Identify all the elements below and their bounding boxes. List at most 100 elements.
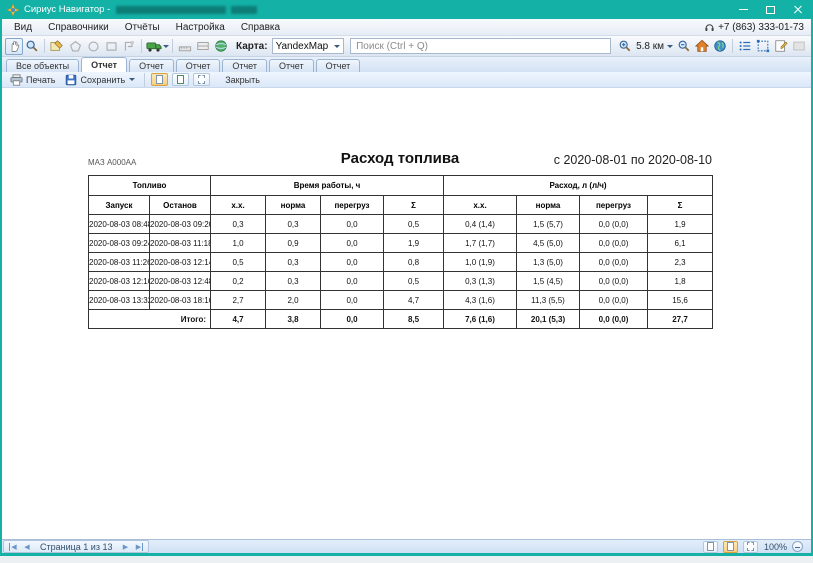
menu-item-5[interactable]: Справка — [233, 22, 288, 33]
close-report-button[interactable]: Закрыть — [221, 75, 264, 85]
tab-2[interactable]: Отчет — [81, 57, 127, 72]
tab-3[interactable]: Отчет — [129, 59, 174, 72]
vehicle-name: МАЗ А000АА — [88, 158, 136, 167]
map-scale-select[interactable]: 5.8 км — [634, 41, 675, 52]
table-cell: 1,0 — [211, 234, 266, 253]
menu-item-4[interactable]: Настройка — [168, 22, 233, 33]
menu-item-1[interactable]: Вид — [6, 22, 40, 33]
table-cell: 0,0 — [321, 253, 384, 272]
zoom-page-width-button[interactable] — [723, 541, 738, 553]
table-cell: 2020-08-03 12:16 — [89, 272, 150, 291]
table-cell: 2020-08-03 11:26 — [89, 253, 150, 272]
zoom-tool-icon[interactable] — [23, 38, 41, 55]
polygon-tool-icon[interactable] — [66, 38, 84, 55]
edit-map-icon[interactable] — [48, 38, 66, 55]
total-label: Итого: — [89, 310, 211, 329]
group-header: Расход, л (л/ч) — [444, 176, 713, 196]
minimize-button[interactable] — [730, 0, 757, 19]
table-cell: 15,6 — [648, 291, 713, 310]
table-cell: 0,0 (0,0) — [580, 291, 648, 310]
maximize-button[interactable] — [757, 0, 784, 19]
table-cell: 0,0 — [321, 215, 384, 234]
column-header: Σ — [648, 196, 713, 215]
printer-icon — [10, 74, 23, 86]
tab-7[interactable]: Отчет — [316, 59, 361, 72]
table-cell: 1,7 (1,7) — [444, 234, 517, 253]
page-indicator: Страница 1 из 13 — [34, 542, 118, 552]
home-icon[interactable] — [693, 38, 711, 55]
close-button[interactable] — [784, 0, 811, 19]
column-header: перегруз — [580, 196, 648, 215]
table-cell: 0,9 — [266, 234, 321, 253]
table-cell: 0,0 (0,0) — [580, 253, 648, 272]
title-bar: Сириус Навигатор - — [2, 0, 811, 19]
tab-1[interactable]: Все объекты — [6, 59, 79, 72]
zoom-level: 100% — [764, 542, 787, 552]
prev-page-button[interactable]: ◀ — [20, 541, 34, 552]
table-cell: 4,3 (1,6) — [444, 291, 517, 310]
column-header: х.х. — [211, 196, 266, 215]
column-header: Σ — [384, 196, 444, 215]
table-cell: 0,0 (0,0) — [580, 272, 648, 291]
measure-area-icon[interactable] — [194, 38, 212, 55]
select-region-icon[interactable] — [754, 38, 772, 55]
menu-item-2[interactable]: Справочники — [40, 22, 117, 33]
total-cell: 3,8 — [266, 310, 321, 329]
save-dropdown-arrow[interactable] — [129, 78, 135, 81]
table-cell: 0,0 — [321, 272, 384, 291]
map-scale-value: 5.8 км — [636, 41, 664, 52]
column-header: Запуск — [89, 196, 150, 215]
zoom-out-icon[interactable] — [675, 38, 693, 55]
rectangle-tool-icon[interactable] — [102, 38, 120, 55]
total-cell: 0,0 (0,0) — [580, 310, 648, 329]
table-cell: 0,5 — [384, 215, 444, 234]
total-cell: 8,5 — [384, 310, 444, 329]
next-page-button[interactable]: ▶ — [118, 541, 132, 552]
edit-note-icon[interactable] — [772, 38, 790, 55]
zoom-out-button[interactable] — [792, 541, 803, 552]
menu-item-3[interactable]: Отчёты — [117, 22, 168, 33]
table-cell: 2020-08-03 09:24 — [89, 234, 150, 253]
table-cell: 0,0 — [321, 291, 384, 310]
tab-6[interactable]: Отчет — [269, 59, 314, 72]
view-fit-width-button[interactable] — [193, 73, 210, 86]
column-header: Останов — [150, 196, 211, 215]
pagination-group: ◀ ◀ Страница 1 из 13 ▶ ▶ — [3, 540, 149, 553]
search-input[interactable] — [350, 38, 611, 54]
total-cell: 0,0 — [321, 310, 384, 329]
zoom-group: 100% — [702, 541, 811, 553]
circle-tool-icon[interactable] — [84, 38, 102, 55]
tab-4[interactable]: Отчет — [176, 59, 221, 72]
table-cell: 4,7 — [384, 291, 444, 310]
object-list-icon[interactable] — [736, 38, 754, 55]
last-page-button[interactable]: ▶ — [132, 541, 146, 552]
geo-objects-icon[interactable] — [212, 38, 230, 55]
report-toolbar: Печать Сохранить Закрыть — [2, 72, 811, 88]
pan-tool-icon[interactable] — [5, 38, 23, 55]
zoom-single-page-button[interactable] — [703, 541, 718, 553]
view-single-page-button[interactable] — [151, 73, 168, 86]
table-cell: 0,3 — [266, 253, 321, 272]
save-label: Сохранить — [80, 75, 125, 85]
table-cell: 0,3 (1,3) — [444, 272, 517, 291]
save-button[interactable]: Сохранить — [61, 74, 139, 86]
support-phone-number: +7 (863) 333-01-73 — [718, 22, 804, 33]
table-cell: 4,5 (5,0) — [517, 234, 580, 253]
measure-distance-icon[interactable] — [176, 38, 194, 55]
zoom-whole-page-button[interactable] — [743, 541, 758, 553]
first-page-button[interactable]: ◀ — [6, 541, 20, 552]
zoom-in-icon[interactable] — [616, 38, 634, 55]
print-label: Печать — [26, 75, 55, 85]
table-row: 2020-08-03 08:482020-08-03 09:200,30,30,… — [89, 215, 713, 234]
table-cell: 1,3 (5,0) — [517, 253, 580, 272]
view-continuous-button[interactable] — [172, 73, 189, 86]
tab-bar: Все объектыОтчетОтчетОтчетОтчетОтчетОтче… — [2, 57, 811, 72]
tab-5[interactable]: Отчет — [222, 59, 267, 72]
vehicle-icon[interactable] — [145, 38, 169, 55]
print-button[interactable]: Печать — [6, 74, 59, 86]
route-tool-icon[interactable] — [120, 38, 138, 55]
table-cell: 0,4 (1,4) — [444, 215, 517, 234]
map-source-select[interactable]: YandexMap — [272, 38, 345, 54]
map-source-value: YandexMap — [276, 41, 329, 52]
globe-icon[interactable] — [711, 38, 729, 55]
